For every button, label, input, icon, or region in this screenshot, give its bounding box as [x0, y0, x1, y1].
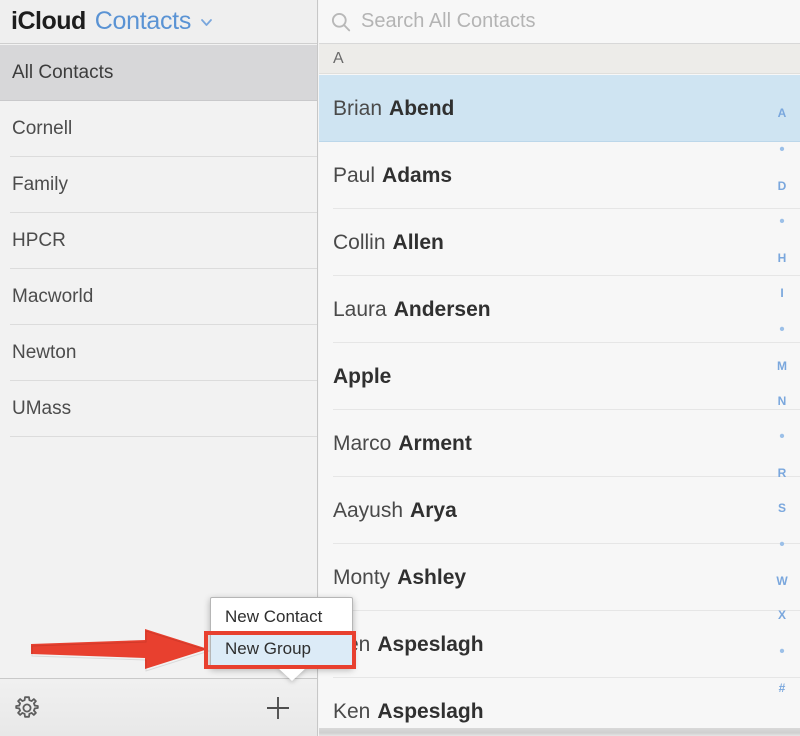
table-row[interactable]: Aayush Arya	[319, 477, 800, 544]
index-entry[interactable]: N	[764, 395, 800, 407]
table-row[interactable]: Collin Allen	[319, 209, 800, 276]
table-row[interactable]: Marco Arment	[319, 410, 800, 477]
group-list: All Contacts Cornell Family HPCR Macworl…	[0, 45, 317, 678]
icloud-contacts-window: iCloud Contacts All Contacts Cornell Fam…	[0, 0, 800, 736]
menu-item-new-group[interactable]: New Group	[211, 633, 352, 665]
section-header-label: A	[333, 49, 344, 67]
index-entry[interactable]: •	[764, 644, 800, 659]
menu-item-label: New Contact	[225, 607, 323, 626]
sidebar-item-label: Family	[12, 174, 68, 195]
sidebar-item-label: HPCR	[12, 230, 66, 251]
sidebar-toolbar	[0, 678, 317, 736]
contact-last-name: Aspeslagh	[377, 699, 484, 723]
contact-last-name: Andersen	[393, 297, 491, 321]
sidebar-item-label: Newton	[12, 342, 77, 363]
contact-last-name: Apple	[333, 364, 392, 388]
search-bar	[319, 0, 800, 44]
contact-last-name: Arment	[398, 431, 472, 455]
plus-icon[interactable]	[262, 692, 296, 724]
sidebar-item-label: UMass	[12, 398, 72, 419]
contact-last-name: Aspeslagh	[377, 632, 484, 656]
section-header: A	[319, 44, 800, 74]
index-entry[interactable]: R	[764, 467, 800, 479]
gear-icon[interactable]	[12, 693, 42, 723]
sidebar-item-umass[interactable]: UMass	[0, 381, 317, 437]
sidebar-item-label: All Contacts	[12, 62, 114, 83]
contact-last-name: Ashley	[397, 565, 467, 589]
sidebar-item-label: Cornell	[12, 118, 73, 139]
contact-first-name: Brian	[333, 96, 383, 120]
table-row[interactable]: Laura Andersen	[319, 276, 800, 343]
contact-first-name: Monty	[333, 565, 391, 589]
index-entry[interactable]: H	[764, 252, 800, 264]
sidebar-item-label: Macworld	[12, 286, 94, 307]
index-entry[interactable]: •	[764, 142, 800, 157]
app-header: iCloud Contacts	[0, 0, 317, 44]
sidebar-item-cornell[interactable]: Cornell	[0, 101, 317, 157]
table-row[interactable]: Monty Ashley	[319, 544, 800, 611]
alphabet-index-bar[interactable]: A • D • H I • M N • R S • W X • #	[764, 105, 800, 696]
index-entry[interactable]: •	[764, 537, 800, 552]
index-entry[interactable]: •	[764, 322, 800, 337]
contact-last-name: Adams	[382, 163, 453, 187]
table-row[interactable]: Ken Aspeslagh	[319, 611, 800, 678]
index-entry[interactable]: X	[764, 609, 800, 621]
index-entry[interactable]: D	[764, 180, 800, 192]
index-entry[interactable]: S	[764, 502, 800, 514]
brand-label: iCloud	[11, 7, 86, 35]
table-row[interactable]: Apple	[319, 343, 800, 410]
contact-first-name: Laura	[333, 297, 387, 321]
sidebar-item-newton[interactable]: Newton	[0, 325, 317, 381]
window-bottom-edge	[319, 728, 800, 736]
table-row[interactable]: Brian Abend	[319, 75, 800, 142]
contact-first-name: Paul	[333, 163, 376, 187]
index-entry[interactable]: W	[764, 575, 800, 587]
index-entry[interactable]: I	[764, 287, 800, 299]
popup-pointer-tail	[277, 667, 307, 681]
contact-list: Brian Abend Paul Adams Collin Allen Laur…	[319, 75, 800, 728]
sidebar-item-family[interactable]: Family	[0, 157, 317, 213]
chevron-down-icon[interactable]	[200, 16, 213, 29]
contacts-panel: A Brian Abend Paul Adams Collin Allen La…	[319, 0, 800, 736]
contact-first-name: Collin	[333, 230, 386, 254]
sidebar-item-all-contacts[interactable]: All Contacts	[0, 45, 317, 101]
sidebar-item-macworld[interactable]: Macworld	[0, 269, 317, 325]
sidebar-item-hpcr[interactable]: HPCR	[0, 213, 317, 269]
index-entry[interactable]: •	[764, 429, 800, 444]
search-input[interactable]	[361, 10, 741, 33]
search-icon	[330, 11, 352, 33]
add-popup-menu: New Contact New Group	[210, 597, 353, 681]
index-entry[interactable]: •	[764, 214, 800, 229]
contact-last-name: Allen	[392, 230, 444, 254]
contact-first-name: Marco	[333, 431, 392, 455]
contact-first-name: Ken	[333, 699, 371, 723]
index-entry[interactable]: M	[764, 360, 800, 372]
contact-first-name: Aayush	[333, 498, 404, 522]
index-entry[interactable]: A	[764, 107, 800, 119]
table-row[interactable]: Ken Aspeslagh	[319, 678, 800, 728]
index-entry[interactable]: #	[764, 682, 800, 694]
menu-item-label: New Group	[225, 639, 311, 658]
contact-last-name: Abend	[389, 96, 455, 120]
contact-last-name: Arya	[410, 498, 457, 522]
app-name-label[interactable]: Contacts	[95, 7, 192, 36]
table-row[interactable]: Paul Adams	[319, 142, 800, 209]
menu-item-new-contact[interactable]: New Contact	[211, 601, 352, 633]
